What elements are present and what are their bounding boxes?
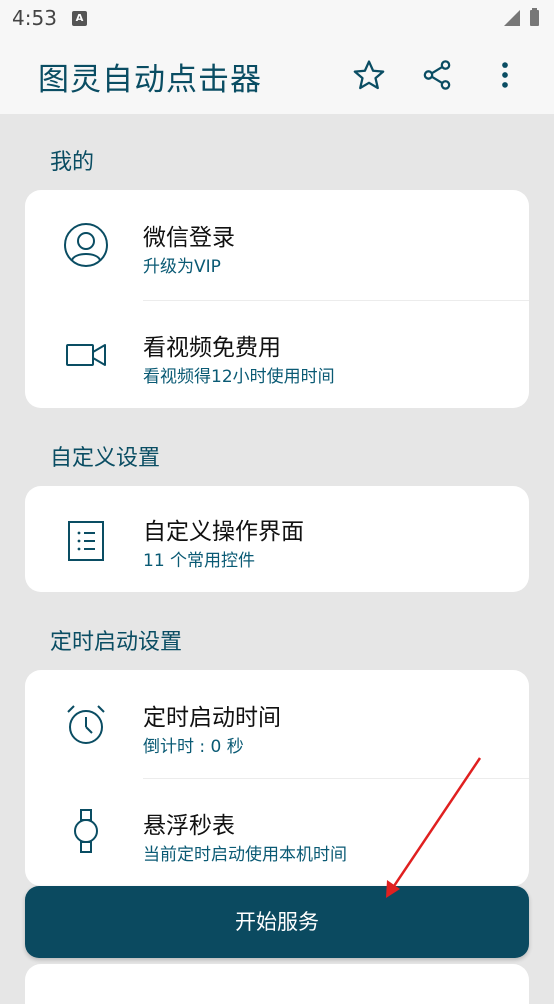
card-mine: 微信登录 升级为VIP 看视频免费用 看视频得12小时使用时间 — [25, 190, 529, 408]
list-item-timer-start[interactable]: 定时启动时间 倒计时 : 0 秒 — [25, 670, 529, 778]
list-item-watch-video[interactable]: 看视频免费用 看视频得12小时使用时间 — [25, 300, 529, 408]
row-subtitle: 当前定时启动使用本机时间 — [143, 845, 347, 865]
section-title-mine: 我的 — [50, 150, 95, 175]
row-title: 自定义操作界面 — [143, 519, 304, 545]
app-bar: 图灵自动点击器 — [0, 36, 554, 114]
main-content: 我的 微信登录 升级为VIP 看视频免费用 看视频得12小时使用时间 自定义设置… — [0, 114, 554, 1004]
more-vert-icon[interactable] — [488, 58, 522, 92]
list-item-floating-stopwatch[interactable]: 悬浮秒表 当前定时启动使用本机时间 — [25, 778, 529, 886]
notification-icon: A — [72, 11, 87, 26]
row-title: 看视频免费用 — [143, 335, 281, 361]
list-item-custom-ui[interactable]: 自定义操作界面 11 个常用控件 — [25, 486, 529, 592]
row-subtitle: 倒计时 : 0 秒 — [143, 737, 244, 757]
row-subtitle: 看视频得12小时使用时间 — [143, 367, 335, 387]
card-custom: 自定义操作界面 11 个常用控件 — [25, 486, 529, 592]
status-bar: 4:53 A — [0, 0, 554, 36]
user-circle-icon — [63, 222, 109, 268]
alarm-clock-icon — [63, 702, 109, 748]
row-subtitle: 升级为VIP — [143, 257, 221, 277]
list-icon — [63, 518, 109, 564]
section-title-custom: 自定义设置 — [50, 446, 161, 471]
row-subtitle: 11 个常用控件 — [143, 551, 256, 571]
signal-battery-icon — [504, 8, 539, 26]
status-time: 4:53 — [12, 6, 57, 30]
stopwatch-icon — [63, 808, 109, 854]
start-service-button[interactable]: 开始服务 — [25, 886, 529, 958]
app-title: 图灵自动点击器 — [38, 62, 262, 98]
star-icon[interactable] — [352, 58, 386, 92]
card-timer: 定时启动时间 倒计时 : 0 秒 悬浮秒表 当前定时启动使用本机时间 — [25, 670, 529, 886]
row-title: 悬浮秒表 — [143, 813, 235, 839]
video-camera-icon — [63, 332, 109, 378]
row-title: 微信登录 — [143, 225, 235, 251]
next-card-peek — [25, 964, 529, 1004]
row-title: 定时启动时间 — [143, 705, 281, 731]
share-icon[interactable] — [420, 58, 454, 92]
section-title-timer: 定时启动设置 — [50, 630, 183, 655]
status-icons — [502, 8, 542, 32]
list-item-wechat-login[interactable]: 微信登录 升级为VIP — [25, 190, 529, 298]
